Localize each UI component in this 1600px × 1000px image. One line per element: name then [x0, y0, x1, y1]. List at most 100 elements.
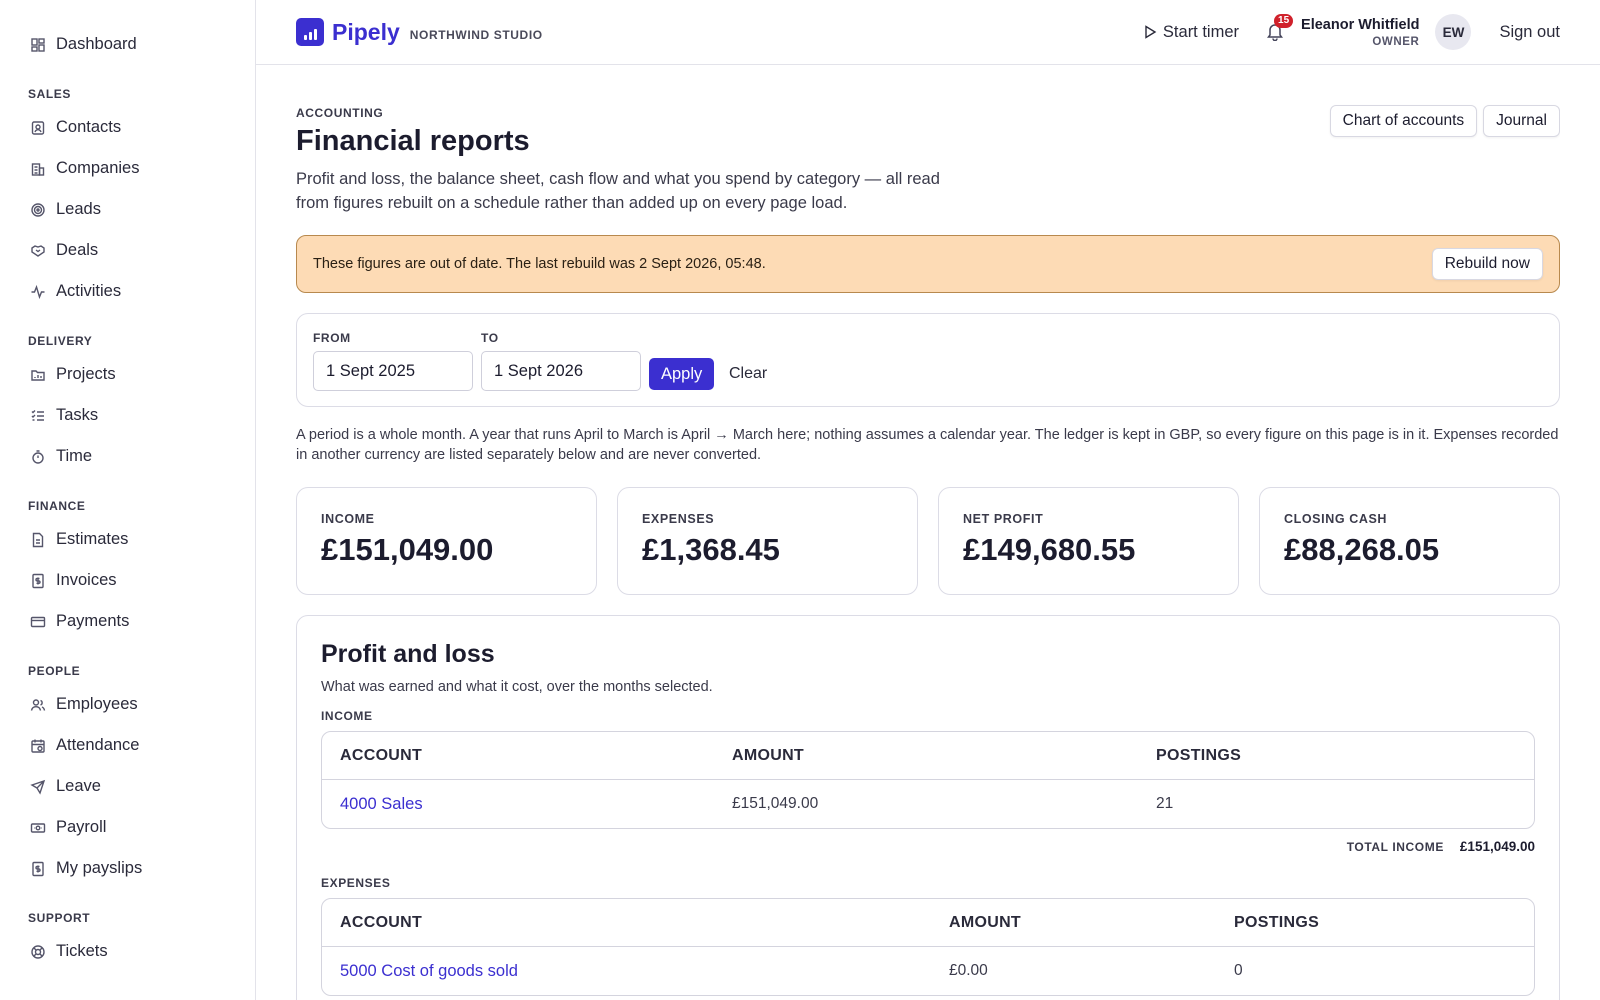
table-header-row: ACCOUNT AMOUNT POSTINGS: [322, 899, 1534, 947]
avatar[interactable]: EW: [1435, 14, 1472, 50]
sidebar-item-projects[interactable]: Projects: [0, 354, 255, 395]
sidebar-section-support: SUPPORT: [28, 911, 91, 925]
activities-icon: [30, 284, 46, 300]
sidebar-item-payroll[interactable]: Payroll: [0, 807, 255, 848]
sidebar-item-label: Tasks: [56, 406, 99, 424]
sidebar-section-sales: SALES: [28, 87, 72, 101]
sidebar-item-attendance[interactable]: Attendance: [0, 725, 255, 766]
account-link[interactable]: 4000 Sales: [340, 795, 423, 813]
journal-button[interactable]: Journal: [1483, 105, 1560, 137]
rebuild-now-button[interactable]: Rebuild now: [1431, 248, 1543, 280]
account-link[interactable]: 5000 Cost of goods sold: [340, 962, 518, 980]
sidebar-item-contacts[interactable]: Contacts: [0, 107, 255, 148]
page-actions: Chart of accounts Journal: [1329, 105, 1560, 137]
invoices-icon: [30, 573, 46, 589]
sidebar-item-label: Companies: [56, 159, 140, 177]
stat-label: EXPENSES: [642, 512, 715, 526]
account-cell: 4000 Sales: [322, 795, 732, 814]
sidebar-item-label: Attendance: [56, 736, 140, 754]
sidebar-item-tasks[interactable]: Tasks: [0, 395, 255, 436]
date-filter: FROM 1 Sept 2025 TO 1 Sept 2026 Apply Cl…: [296, 313, 1560, 407]
sidebar-item-companies[interactable]: Companies: [0, 148, 255, 189]
to-label: TO: [481, 331, 499, 345]
sidebar-item-label: Estimates: [56, 530, 129, 548]
column-header-amount: AMOUNT: [949, 913, 1022, 931]
leads-icon: [30, 202, 46, 218]
page-title: Financial reports: [296, 125, 530, 157]
sidebar-item-leave[interactable]: Leave: [0, 766, 255, 807]
sign-out-button[interactable]: Sign out: [1499, 23, 1560, 42]
plane-icon: [30, 779, 46, 795]
sidebar-item-time[interactable]: Time: [0, 436, 255, 477]
total-income-label: TOTAL INCOME: [1346, 839, 1444, 854]
payroll-icon: [30, 820, 46, 836]
sidebar-item-label: Invoices: [56, 571, 117, 589]
top-bar: Pipely NORTHWIND STUDIO Start timer 15 E…: [256, 0, 1600, 65]
stat-card-expenses: EXPENSES £1,368.45: [617, 487, 918, 595]
sidebar-item-label: Dashboard: [56, 35, 137, 53]
stat-card-net-profit: NET PROFIT £149,680.55: [938, 487, 1239, 595]
column-header-account: ACCOUNT: [340, 746, 423, 764]
workspace-name: NORTHWIND STUDIO: [409, 28, 543, 42]
stat-value: £149,680.55: [963, 532, 1136, 567]
start-timer-button[interactable]: Start timer: [1143, 23, 1239, 42]
period-note: A period is a whole month. A year that r…: [296, 427, 1559, 463]
contacts-icon: [30, 120, 46, 136]
sidebar-item-label: Tickets: [56, 942, 108, 960]
companies-icon: [30, 161, 46, 177]
postings-cell: 0: [1234, 962, 1243, 979]
sidebar-item-label: Time: [56, 447, 93, 465]
alert-text: These figures are out of date. The last …: [313, 256, 766, 272]
chart-of-accounts-button[interactable]: Chart of accounts: [1329, 105, 1478, 137]
from-date-input[interactable]: 1 Sept 2025: [313, 351, 473, 391]
sidebar-item-estimates[interactable]: Estimates: [0, 519, 255, 560]
sidebar-item-label: Contacts: [56, 118, 122, 136]
attendance-icon: [30, 738, 46, 754]
sidebar-item-payments[interactable]: Payments: [0, 601, 255, 642]
sidebar-section-people: PEOPLE: [28, 664, 81, 678]
sidebar-item-tickets[interactable]: Tickets: [0, 931, 255, 972]
brand[interactable]: Pipely NORTHWIND STUDIO: [296, 18, 543, 46]
column-header-amount: AMOUNT: [732, 746, 805, 764]
stat-value: £1,368.45: [642, 532, 780, 567]
column-header-postings: POSTINGS: [1156, 746, 1242, 764]
play-icon: [1145, 25, 1157, 39]
total-income-value: £151,049.00: [1459, 839, 1535, 854]
apply-button[interactable]: Apply: [649, 358, 715, 390]
column-header-account: ACCOUNT: [340, 913, 423, 931]
income-section-label: INCOME: [321, 709, 373, 723]
sidebar-item-label: Payroll: [56, 818, 107, 836]
user-info: Eleanor Whitfield OWNER: [1301, 17, 1419, 48]
clear-button[interactable]: Clear: [729, 358, 767, 390]
sidebar-item-my-payslips[interactable]: My payslips: [0, 848, 255, 889]
profit-and-loss-card: Profit and loss What was earned and what…: [296, 615, 1560, 1000]
sidebar-item-activities[interactable]: Activities: [0, 271, 255, 312]
stat-card-closing-cash: CLOSING CASH £88,268.05: [1259, 487, 1560, 595]
summary-stats: INCOME £151,049.00 EXPENSES £1,368.45 NE…: [296, 487, 1560, 595]
employees-icon: [30, 697, 46, 713]
stat-label: CLOSING CASH: [1284, 512, 1388, 526]
dashboard-icon: [30, 37, 46, 53]
expenses-table: ACCOUNT AMOUNT POSTINGS 5000 Cost of goo…: [321, 898, 1535, 996]
page-eyebrow: ACCOUNTING: [296, 106, 384, 120]
sidebar-item-dashboard[interactable]: Dashboard: [0, 24, 255, 65]
to-date-input[interactable]: 1 Sept 2026: [481, 351, 641, 391]
page-description: Profit and loss, the balance sheet, cash…: [296, 170, 940, 212]
stat-value: £151,049.00: [321, 532, 494, 567]
postings-cell: 21: [1156, 795, 1174, 812]
sidebar-item-invoices[interactable]: Invoices: [0, 560, 255, 601]
tasks-icon: [30, 408, 46, 424]
stat-card-income: INCOME £151,049.00: [296, 487, 597, 595]
account-cell: 5000 Cost of goods sold: [322, 962, 949, 981]
sidebar-item-label: Payments: [56, 612, 130, 630]
table-row: 5000 Cost of goods sold £0.00 0: [322, 947, 1534, 995]
table-header-row: ACCOUNT AMOUNT POSTINGS: [322, 732, 1534, 780]
projects-icon: [30, 367, 46, 383]
sidebar-item-deals[interactable]: Deals: [0, 230, 255, 271]
notifications-button[interactable]: 15: [1265, 14, 1294, 43]
sidebar-item-leads[interactable]: Leads: [0, 189, 255, 230]
sidebar-item-label: Deals: [56, 241, 99, 259]
card-title: Profit and loss: [321, 640, 495, 668]
sidebar: Dashboard SALES Contacts Companies Leads…: [0, 0, 256, 1000]
sidebar-item-employees[interactable]: Employees: [0, 684, 255, 725]
